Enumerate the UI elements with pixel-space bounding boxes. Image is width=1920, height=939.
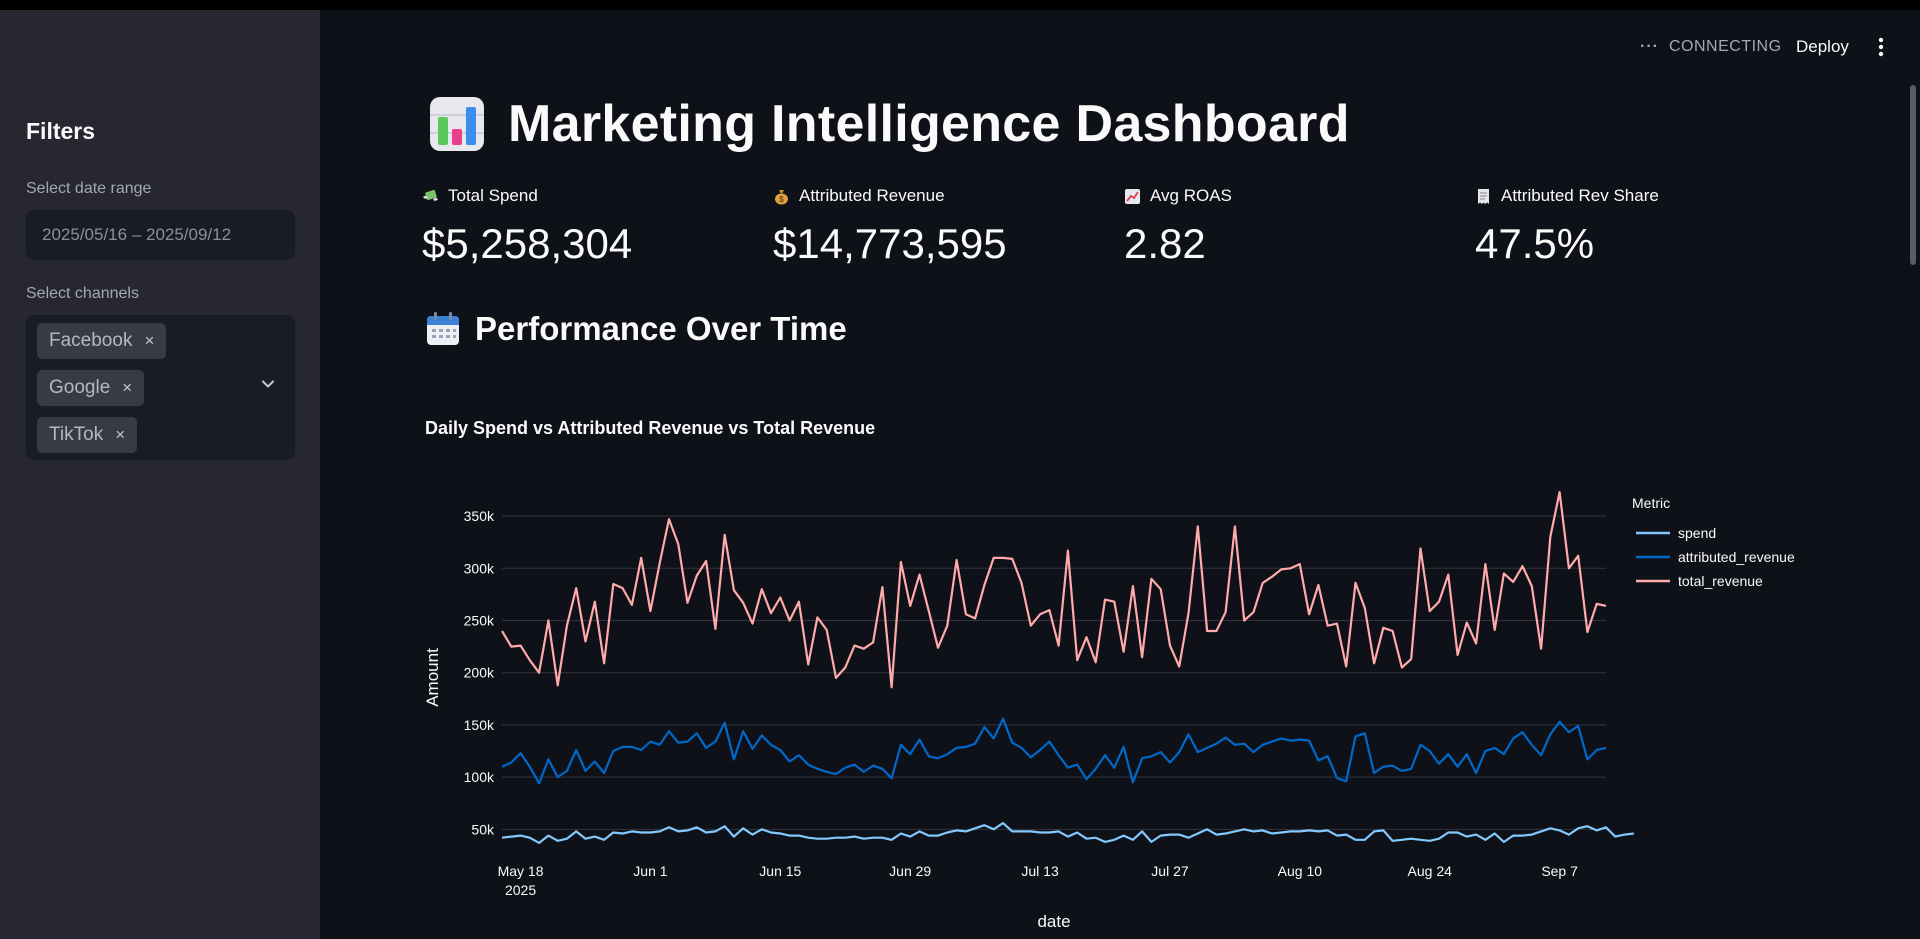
metric-label: Total Spend	[448, 186, 538, 205]
metric-total-spend: Total Spend $5,258,304	[422, 186, 632, 268]
metric-label: Avg ROAS	[1150, 186, 1232, 205]
channel-chip-label: TikTok	[49, 424, 104, 445]
x-tick-label: Jul 13	[1021, 863, 1059, 879]
remove-google-icon[interactable]: ×	[122, 378, 132, 398]
money-with-wings-icon	[423, 189, 438, 201]
metric-attributed-revenue: $ Attributed Revenue $14,773,595	[773, 186, 1007, 268]
y-tick-label: 200k	[464, 665, 495, 681]
date-range-value: 2025/05/16 – 2025/09/12	[42, 225, 232, 244]
legend-title: Metric	[1632, 495, 1670, 511]
y-axis-label: Amount	[423, 648, 442, 707]
x-tick-label: Aug 24	[1408, 863, 1453, 879]
series-line-total_revenue	[501, 490, 1607, 689]
connection-status: ··· CONNECTING	[1640, 38, 1782, 56]
section-header: Performance Over Time	[425, 310, 847, 348]
calendar-icon	[427, 312, 459, 345]
deploy-button[interactable]: Deploy	[1796, 37, 1849, 57]
metric-attributed-rev-share: Attributed Rev Share 47.5%	[1475, 186, 1659, 268]
svg-text:$: $	[779, 195, 784, 204]
channel-chip-google: Google ×	[37, 370, 145, 406]
status-dots-icon: ···	[1640, 38, 1659, 55]
date-range-input[interactable]: 2025/05/16 – 2025/09/12	[26, 210, 295, 260]
x-tick-label: Jun 15	[759, 863, 801, 879]
scrollbar[interactable]	[1910, 85, 1916, 265]
chart-title: Daily Spend vs Attributed Revenue vs Tot…	[425, 418, 876, 438]
legend-label-total_revenue: total_revenue	[1678, 573, 1763, 589]
y-tick-label: 300k	[464, 560, 495, 576]
x-tick-label: Aug 10	[1278, 863, 1323, 879]
metric-value: $14,773,595	[773, 220, 1007, 267]
legend-label-spend: spend	[1678, 525, 1716, 541]
window-top-strip	[0, 0, 1920, 10]
chevron-down-icon[interactable]	[261, 377, 275, 391]
bar-chart-icon	[430, 97, 484, 151]
section-title: Performance Over Time	[475, 310, 847, 347]
series-line-spend	[501, 822, 1634, 844]
receipt-icon	[1478, 188, 1489, 204]
y-tick-label: 350k	[464, 508, 495, 524]
x-tick-label: May 18	[498, 863, 544, 879]
metric-value: 47.5%	[1475, 220, 1595, 267]
y-tick-label: 250k	[464, 613, 495, 629]
x-tick-label: Sep 7	[1541, 863, 1578, 879]
y-tick-label: 100k	[464, 769, 495, 785]
money-bag-icon: $	[775, 189, 788, 204]
channel-chip-label: Google	[49, 377, 111, 398]
metric-value: 2.82	[1124, 220, 1206, 267]
x-tick-label: Jun 1	[633, 863, 667, 879]
performance-line-chart: 50k 100k 150k 200k 250k 300k 350k May 18 2025 Jun…	[423, 490, 1795, 930]
metric-value: $5,258,304	[422, 220, 633, 267]
y-tick-label: 50k	[471, 821, 495, 837]
sidebar-title: Filters	[26, 118, 96, 144]
y-tick-label: 150k	[464, 717, 495, 733]
page-title-row: Marketing Intelligence Dashboard	[428, 94, 1350, 154]
metric-label: Attributed Rev Share	[1501, 186, 1659, 205]
channels-multiselect[interactable]: Facebook × Google × TikTok ×	[26, 315, 295, 460]
metric-label: Attributed Revenue	[799, 186, 945, 205]
remove-tiktok-icon[interactable]: ×	[115, 425, 125, 445]
connection-status-text: CONNECTING	[1668, 38, 1782, 55]
channel-chip-facebook: Facebook ×	[37, 323, 167, 359]
legend-label-attributed_revenue: attributed_revenue	[1678, 549, 1795, 565]
chart-increasing-icon	[1125, 188, 1140, 204]
channels-label: Select channels	[26, 285, 139, 302]
series-line-attributed_revenue	[501, 717, 1607, 785]
x-tick-sublabel: 2025	[505, 882, 536, 898]
channel-chip-label: Facebook	[49, 330, 133, 351]
x-axis-label: date	[1037, 912, 1070, 930]
metric-avg-roas: Avg ROAS 2.82	[1124, 186, 1232, 268]
channel-chip-tiktok: TikTok ×	[37, 417, 138, 453]
more-options-icon[interactable]	[1872, 36, 1890, 58]
date-range-label: Select date range	[26, 180, 152, 197]
sidebar: Filters Select date range 2025/05/16 – 2…	[0, 10, 320, 939]
x-tick-label: Jul 27	[1151, 863, 1189, 879]
remove-facebook-icon[interactable]: ×	[144, 331, 154, 351]
x-tick-label: Jun 29	[889, 863, 931, 879]
page-title: Marketing Intelligence Dashboard	[508, 95, 1350, 153]
